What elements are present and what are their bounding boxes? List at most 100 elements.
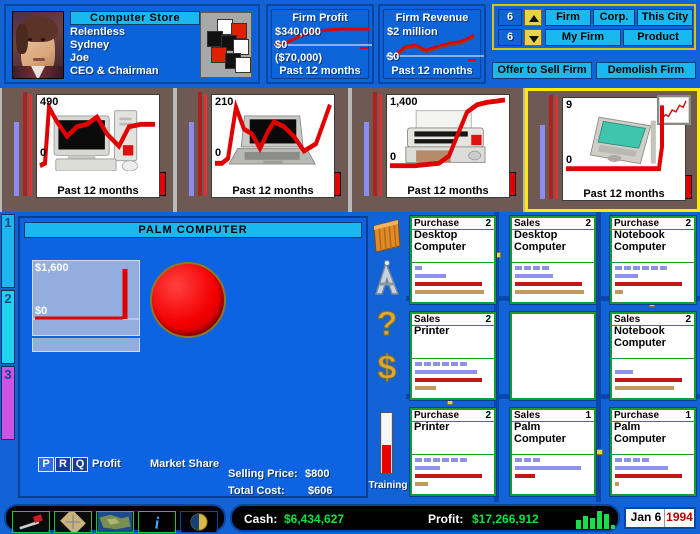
arrow-up-icon[interactable] bbox=[524, 9, 542, 26]
firm-name: Relentless bbox=[70, 26, 126, 38]
department-header: Sales 2 bbox=[412, 314, 494, 325]
department-card[interactable]: Purchase 2 Printer bbox=[410, 408, 496, 496]
department-product-name: Palm Computer bbox=[614, 421, 666, 445]
product-thumb-card[interactable]: 210 0 Past 12 months bbox=[211, 94, 335, 198]
store-title: Computer Store bbox=[70, 11, 200, 25]
department-card[interactable]: Purchase 2 Notebook Computer bbox=[610, 216, 696, 304]
world-map-icon[interactable] bbox=[96, 511, 134, 533]
game-date: Jan 6 bbox=[630, 510, 662, 524]
cash-value: $6,434,627 bbox=[284, 512, 345, 526]
department-card[interactable]: Sales 2 Printer bbox=[410, 312, 496, 400]
view-number-top: 6 bbox=[498, 9, 522, 26]
department-count: 2 bbox=[485, 410, 491, 421]
selling-price-label: Selling Price: bbox=[228, 468, 298, 480]
company-details: Relentless Sydney Joe CEO & Chairman bbox=[70, 26, 159, 78]
product-peak-value: 490 bbox=[40, 96, 59, 108]
firm-revenue-top-value: $2 million bbox=[387, 26, 438, 38]
dollar-sign-icon[interactable]: $ bbox=[370, 348, 404, 387]
arrow-down-icon[interactable] bbox=[524, 29, 542, 46]
game-date-display[interactable]: Jan 6 1994 bbox=[624, 507, 696, 529]
profit-label: Profit bbox=[92, 458, 121, 470]
department-card[interactable]: Purchase 2 Desktop Computer bbox=[410, 216, 496, 304]
product-peak-value: 1,400 bbox=[390, 96, 418, 108]
department-grid: Purchase 2 Desktop Computer Sales 2 Desktop Com… bbox=[406, 212, 700, 502]
department-card[interactable]: Purchase 1 Palm Computer bbox=[610, 408, 696, 496]
books-icon[interactable] bbox=[370, 218, 404, 254]
floor-tabs: 1 2 3 bbox=[0, 212, 16, 502]
view-firm-button[interactable]: Firm bbox=[545, 9, 591, 26]
department-card[interactable]: Sales 2 Notebook Computer bbox=[610, 312, 696, 400]
product-zero-value: 0 bbox=[215, 147, 222, 159]
view-my-firm-button[interactable]: My Firm bbox=[545, 29, 621, 46]
department-card[interactable]: Sales 1 Palm Computer bbox=[510, 408, 596, 496]
demolish-firm-button[interactable]: Demolish Firm bbox=[596, 62, 696, 79]
view-this-city-button[interactable]: This City bbox=[637, 9, 693, 26]
department-type: Sales bbox=[514, 218, 541, 229]
prq-button-q[interactable]: Q bbox=[72, 457, 88, 472]
company-info-panel[interactable]: Computer Store Relentless Sydney Joe CEO… bbox=[4, 4, 260, 84]
floor-tab-2[interactable]: 2 bbox=[1, 290, 15, 364]
product-thumb-card[interactable]: 490 0 Past 12 months bbox=[36, 94, 160, 198]
toolbar-pod: i bbox=[4, 504, 226, 533]
floor-tab-3[interactable]: 3 bbox=[1, 366, 15, 440]
prq-button-r[interactable]: R bbox=[55, 457, 71, 472]
product-zero-value: 0 bbox=[40, 147, 47, 159]
ceo-portrait bbox=[12, 11, 64, 79]
svg-text:i: i bbox=[155, 513, 160, 532]
department-product-name: Desktop Computer bbox=[514, 229, 566, 253]
shelf-product-2[interactable]: 210 0 Past 12 months bbox=[175, 88, 350, 212]
city-map-grid-icon[interactable] bbox=[54, 511, 92, 533]
department-count: 2 bbox=[685, 218, 691, 229]
department-card[interactable]: Sales 2 Desktop Computer bbox=[510, 216, 596, 304]
offer-to-sell-firm-button[interactable]: Offer to Sell Firm bbox=[492, 62, 592, 79]
view-product-button[interactable]: Product bbox=[623, 29, 693, 46]
department-type: Purchase bbox=[614, 218, 660, 229]
shelf-product-4[interactable]: 9 0 Past 12 months bbox=[525, 88, 700, 212]
floor-tab-1[interactable]: 1 bbox=[1, 214, 15, 288]
department-header: Purchase 1 bbox=[612, 410, 694, 421]
page-title: PALM COMPUTER bbox=[24, 222, 362, 238]
firm-revenue-period: Past 12 months bbox=[391, 65, 473, 77]
question-mark-icon[interactable]: ? bbox=[370, 304, 404, 343]
product-zero-value: 0 bbox=[390, 151, 397, 163]
department-type: Sales bbox=[414, 314, 441, 325]
training-thermometer-icon[interactable] bbox=[380, 412, 393, 474]
firm-city: Sydney bbox=[70, 39, 110, 51]
product-thumb-card[interactable]: 1,400 0 Past 12 months bbox=[386, 94, 510, 198]
firm-revenue-panel[interactable]: Firm Revenue $2 million $0 Past 12 month… bbox=[378, 4, 486, 84]
total-cost-label: Total Cost: bbox=[228, 485, 285, 497]
department-type: Purchase bbox=[414, 218, 460, 229]
department-header: Purchase 2 bbox=[412, 410, 494, 421]
shelf-product-3[interactable]: 1,400 0 Past 12 months bbox=[350, 88, 525, 212]
info-icon[interactable]: i bbox=[138, 511, 176, 533]
cash-label: Cash: bbox=[244, 512, 278, 526]
market-share-pie[interactable] bbox=[150, 262, 226, 338]
prq-button-p[interactable]: P bbox=[38, 457, 54, 472]
department-type: Purchase bbox=[614, 410, 660, 421]
department-slot-empty[interactable] bbox=[510, 312, 596, 400]
shelf-product-1[interactable]: 490 0 Past 12 months bbox=[0, 88, 175, 212]
firm-profit-bottom-value: ($70,000) bbox=[275, 52, 323, 64]
advertising-icon[interactable] bbox=[370, 260, 404, 298]
firm-profit-panel[interactable]: Firm Profit $340,000 $0 ($70,000) Past 1… bbox=[266, 4, 374, 84]
bar-chart-icon[interactable] bbox=[572, 506, 616, 530]
training-label: Training bbox=[368, 480, 408, 491]
product-zero-value: 0 bbox=[566, 154, 573, 166]
money-pod: Cash: $6,434,627 Profit: $17,266,912 bbox=[230, 504, 620, 532]
product-thumb-card[interactable]: 9 0 Past 12 months bbox=[562, 97, 686, 201]
game-screen: Computer Store Relentless Sydney Joe CEO… bbox=[0, 0, 700, 534]
game-year: 1994 bbox=[664, 509, 694, 527]
hammer-tool-icon[interactable] bbox=[12, 511, 50, 533]
total-cost-value: $606 bbox=[308, 485, 333, 497]
department-count: 2 bbox=[685, 314, 691, 325]
main-area: 1 2 3 PALM COMPUTER P R Q Profit Market … bbox=[0, 212, 700, 534]
status-bar: i Cash: $6,434,627 Profit: $17,266,912 J… bbox=[0, 502, 700, 534]
profit-chart-top-value: $1,600 bbox=[35, 262, 69, 274]
department-product-name: Printer bbox=[414, 421, 450, 433]
department-header: Sales 1 bbox=[512, 410, 594, 421]
department-header: Sales 2 bbox=[512, 218, 594, 229]
profit-chart-zero-value: $0 bbox=[35, 305, 48, 317]
firm-profit-title: Firm Profit bbox=[292, 12, 348, 24]
view-corp-button[interactable]: Corp. bbox=[593, 9, 635, 26]
clock-pause-icon[interactable] bbox=[180, 511, 218, 533]
